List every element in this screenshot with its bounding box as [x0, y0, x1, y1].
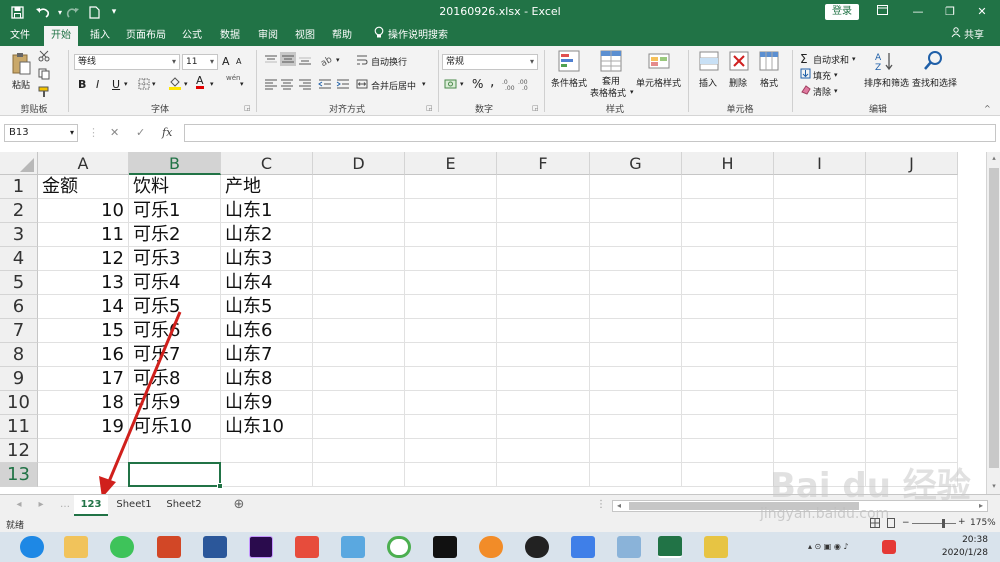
watermark-url: jingyan.baidu.com [760, 506, 890, 522]
prev-sheet-icon[interactable]: ◂ [12, 495, 26, 516]
tray-icons[interactable]: ▴ ⊙ ▣ ◉ ♪ [808, 542, 849, 551]
clock-date: 2020/1/28 [941, 548, 988, 558]
wechat-icon[interactable] [110, 536, 134, 558]
app-icon[interactable] [295, 536, 319, 558]
powerpoint-icon[interactable] [157, 536, 181, 558]
app-icon[interactable] [479, 536, 503, 558]
qq-icon[interactable] [525, 536, 549, 558]
browser-icon[interactable] [20, 536, 44, 558]
chrome-icon[interactable] [387, 536, 411, 558]
sheet-tab-sheet1[interactable]: Sheet1 [110, 495, 158, 516]
windows-taskbar: ▴ ⊙ ▣ ◉ ♪ 20:38 2020/1/28 [0, 532, 1000, 562]
premiere-icon[interactable] [249, 536, 273, 558]
clock-time: 20:38 [962, 535, 988, 545]
zoom-in-button[interactable]: + [958, 517, 966, 527]
scroll-right-icon[interactable]: ▸ [975, 501, 987, 511]
scrollbar-thumb[interactable] [989, 168, 999, 468]
scroll-down-icon[interactable]: ▾ [989, 482, 999, 492]
zoom-level[interactable]: 175% [970, 518, 996, 528]
app-icon[interactable] [571, 536, 595, 558]
sheet-tab-123[interactable]: 123 [74, 495, 108, 516]
add-sheet-button[interactable]: ⊕ [230, 495, 248, 516]
sogou-icon[interactable] [882, 540, 896, 554]
more-options-icon: ⋮ [596, 499, 606, 510]
sheet-nav-more-icon[interactable]: … [58, 495, 72, 516]
notes-icon[interactable] [704, 536, 728, 558]
status-ready: 就绪 [6, 521, 25, 531]
excel-icon[interactable] [658, 536, 682, 558]
word-icon[interactable] [203, 536, 227, 558]
scroll-left-icon[interactable]: ◂ [613, 501, 625, 511]
app-icon[interactable] [617, 536, 641, 558]
next-sheet-icon[interactable]: ▸ [34, 495, 48, 516]
sheet-tab-sheet2[interactable]: Sheet2 [160, 495, 208, 516]
clock[interactable]: 20:38 2020/1/28 [942, 534, 988, 560]
file-explorer-icon[interactable] [64, 536, 88, 558]
scroll-up-icon[interactable]: ▴ [989, 154, 999, 164]
app-icon[interactable] [341, 536, 365, 558]
video-editor-icon[interactable] [433, 536, 457, 558]
vertical-scrollbar[interactable]: ▴ ▾ [986, 152, 1000, 494]
zoom-out-button[interactable]: − [902, 518, 910, 528]
watermark-logo: Bai du 经验 [770, 466, 971, 506]
zoom-slider-handle[interactable] [942, 519, 945, 528]
zoom-slider[interactable] [912, 519, 956, 528]
